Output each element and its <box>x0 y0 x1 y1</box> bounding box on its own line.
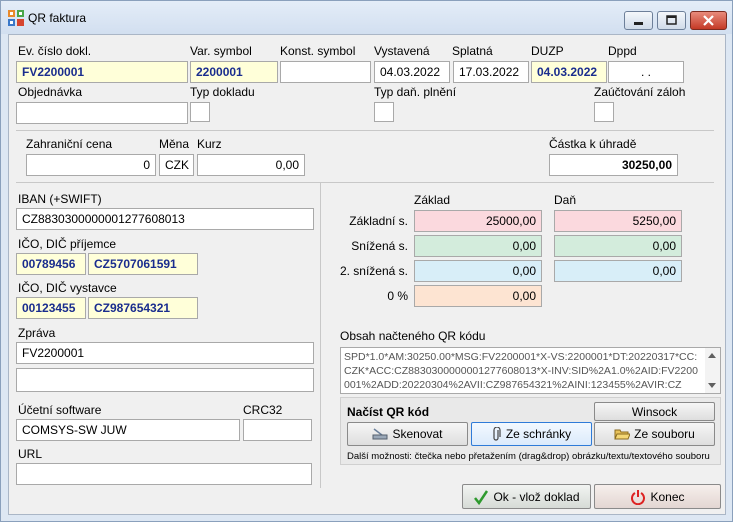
dan-snizena-field[interactable]: 0,00 <box>554 235 682 257</box>
scroll-up-icon[interactable] <box>708 353 716 358</box>
zahranicni-cena-field[interactable]: 0 <box>26 154 156 176</box>
dialog-client-area: Ev. číslo dokl. FV2200001 Var. symbol 22… <box>8 34 726 515</box>
app-icon <box>8 10 24 26</box>
ico-vystavce-field[interactable]: 00123455 <box>16 297 86 319</box>
qr-content-text: SPD*1.0*AM:30250.00*MSG:FV2200001*X-VS:2… <box>344 351 698 391</box>
paperclip-icon <box>493 427 501 441</box>
zaklad-zakladni-field[interactable]: 25000,00 <box>414 210 542 232</box>
ze-schranky-label: Ze schránky <box>505 427 572 441</box>
zauctovani-zaloh-label: Zaúčtování záloh <box>594 85 686 99</box>
zahranicni-cena-label: Zahraniční cena <box>26 137 113 151</box>
maximize-icon <box>666 15 677 25</box>
tax-row-label: Základní s. <box>349 214 408 228</box>
zprava-label: Zpráva <box>18 326 56 340</box>
vystavena-field[interactable]: 04.03.2022 <box>374 61 450 83</box>
tax-row-label: 0 % <box>387 289 408 303</box>
typ-dan-plneni-label: Typ daň. plnění <box>374 85 457 99</box>
konst-symbol-label: Konst. symbol <box>280 44 356 58</box>
var-symbol-label: Var. symbol <box>190 44 252 58</box>
zprava-field[interactable]: FV2200001 <box>16 342 314 364</box>
ico-prijemce-field[interactable]: 00789456 <box>16 253 86 275</box>
ev-cislo-field[interactable]: FV2200001 <box>16 61 188 83</box>
ev-cislo-label: Ev. číslo dokl. <box>18 44 92 58</box>
checkmark-icon <box>474 489 489 505</box>
winsock-button[interactable]: Winsock <box>594 402 715 421</box>
maximize-button[interactable] <box>657 11 686 30</box>
mena-label: Měna <box>159 137 190 151</box>
winsock-label: Winsock <box>631 404 678 419</box>
zaklad-nula-field[interactable]: 0,00 <box>414 285 542 307</box>
kurz-label: Kurz <box>197 137 222 151</box>
divider <box>16 182 714 183</box>
close-window-button[interactable] <box>690 11 727 30</box>
konec-label: Konec <box>650 489 685 504</box>
zaklad-header: Základ <box>414 193 451 207</box>
kurz-field[interactable]: 0,00 <box>197 154 305 176</box>
splatna-field[interactable]: 17.03.2022 <box>453 61 529 83</box>
typ-dokladu-label: Typ dokladu <box>190 85 255 99</box>
dic-prijemce-field[interactable]: CZ5707061591 <box>88 253 198 275</box>
objednavka-field[interactable] <box>16 102 188 124</box>
close-icon <box>703 15 714 26</box>
tax-row-label: 2. snížená s. <box>339 264 408 278</box>
ze-souboru-label: Ze souboru <box>634 427 695 441</box>
dan-zakladni-field[interactable]: 5250,00 <box>554 210 682 232</box>
power-icon <box>631 489 646 505</box>
konec-button[interactable]: Konec <box>594 484 721 509</box>
qr-obsah-label: Obsah načteného QR kódu <box>340 329 486 343</box>
url-label: URL <box>18 447 43 461</box>
divider-vertical <box>320 183 321 488</box>
nacist-qr-label: Načíst QR kód <box>347 405 430 419</box>
dppd-label: Dppd <box>608 44 637 58</box>
scanner-icon <box>372 428 388 440</box>
tax-row-label: Snížená s. <box>351 239 408 253</box>
window-title: QR faktura <box>28 11 87 25</box>
ico-vystavce-label: IČO, DIČ vystavce <box>18 281 117 295</box>
vystavena-label: Vystavená <box>374 44 430 58</box>
dan-snizena2-field[interactable]: 0,00 <box>554 260 682 282</box>
skenovat-button[interactable]: Skenovat <box>347 422 468 446</box>
mena-field[interactable]: CZK <box>159 154 194 176</box>
minimize-button[interactable] <box>624 11 653 30</box>
iban-label: IBAN (+SWIFT) <box>18 192 102 206</box>
konst-symbol-field[interactable] <box>280 61 371 83</box>
ze-schranky-button[interactable]: Ze schránky <box>471 422 592 446</box>
skenovat-label: Skenovat <box>392 427 443 441</box>
crc-label: CRC32 <box>243 403 283 417</box>
dic-vystavce-field[interactable]: CZ987654321 <box>88 297 198 319</box>
ok-label: Ok - vlož doklad <box>493 489 580 504</box>
dppd-field[interactable]: . . <box>608 61 684 83</box>
var-symbol-field[interactable]: 2200001 <box>190 61 278 83</box>
minimize-icon <box>634 22 643 25</box>
duzp-label: DUZP <box>531 44 564 58</box>
ok-vloz-doklad-button[interactable]: Ok - vlož doklad <box>462 484 591 509</box>
url-field[interactable] <box>16 463 312 485</box>
ze-souboru-button[interactable]: Ze souboru <box>594 422 715 446</box>
scroll-down-icon[interactable] <box>708 383 716 388</box>
castka-field[interactable]: 30250,00 <box>549 154 678 176</box>
qr-content-textarea[interactable]: SPD*1.0*AM:30250.00*MSG:FV2200001*X-VS:2… <box>340 347 721 394</box>
dan-header: Daň <box>554 193 577 207</box>
qr-note: Další možnosti: čtečka nebo přetažením (… <box>347 451 710 462</box>
duzp-field[interactable]: 04.03.2022 <box>531 61 607 83</box>
folder-open-icon <box>614 429 631 440</box>
zprava-line2-field[interactable] <box>16 368 314 392</box>
zaklad-snizena2-field[interactable]: 0,00 <box>414 260 542 282</box>
castka-label: Částka k úhradě <box>549 137 637 151</box>
objednavka-label: Objednávka <box>18 85 83 99</box>
crc-field[interactable] <box>243 419 312 441</box>
typ-dan-plneni-field[interactable] <box>374 102 394 122</box>
qr-scrollbar[interactable] <box>705 348 720 393</box>
ucetni-sw-label: Účetní software <box>18 403 102 417</box>
zaklad-snizena-field[interactable]: 0,00 <box>414 235 542 257</box>
ucetni-sw-field[interactable]: COMSYS-SW JUW <box>16 419 240 441</box>
ico-prijemce-label: IČO, DIČ příjemce <box>18 237 117 251</box>
splatna-label: Splatná <box>452 44 493 58</box>
title-bar: QR faktura <box>1 1 732 34</box>
typ-dokladu-field[interactable] <box>190 102 210 122</box>
zauctovani-zaloh-field[interactable] <box>594 102 614 122</box>
qr-faktura-window: QR faktura Ev. číslo dokl. FV2200001 Var… <box>0 0 733 522</box>
divider <box>16 130 714 131</box>
iban-field[interactable]: CZ8830300000001277608013 <box>16 208 314 230</box>
